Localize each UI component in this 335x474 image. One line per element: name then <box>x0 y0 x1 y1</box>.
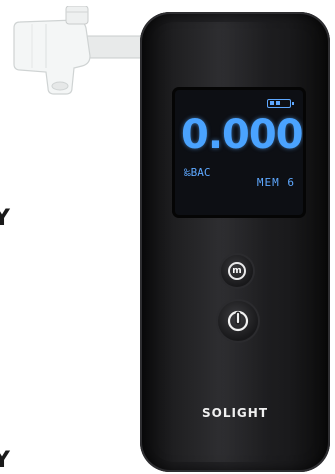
cropped-text-upper: Y <box>0 206 10 231</box>
cropped-text-lower: Y <box>0 448 10 473</box>
lcd-screen: 0.000 ‰BAC MEM 6 <box>175 90 303 215</box>
menu-ring: m <box>228 262 246 280</box>
battery-bar <box>276 101 280 105</box>
breathalyzer-device: 0.000 ‰BAC MEM 6 m SOLIGHT <box>140 12 330 472</box>
menu-button[interactable]: m <box>221 255 253 287</box>
battery-bar <box>270 101 274 105</box>
bac-reading: 0.000 <box>181 112 303 158</box>
mouthpiece <box>13 6 155 95</box>
photo-stage: Y Y 0.000 ‰BAC MEM 6 m SOLIGHT <box>0 0 335 474</box>
power-button[interactable] <box>218 301 258 341</box>
brand-logo: SOLIGHT <box>201 406 269 420</box>
bac-unit-label: ‰BAC <box>184 166 211 179</box>
power-icon <box>227 310 249 332</box>
memory-label: MEM 6 <box>256 176 295 189</box>
menu-button-letter: m <box>232 265 242 276</box>
battery-icon <box>267 99 294 108</box>
